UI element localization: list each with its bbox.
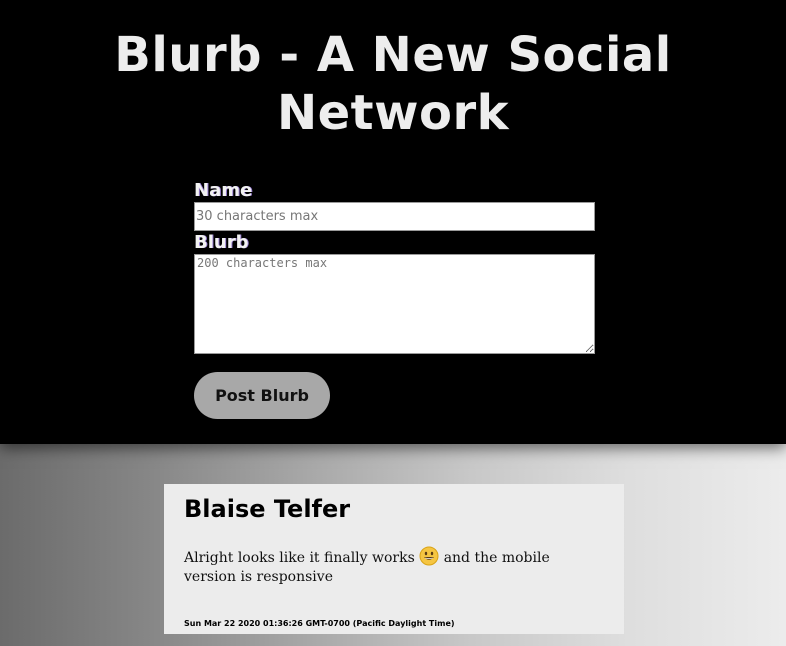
header: Blurb - A New Social Network Name Blurb … (0, 0, 786, 444)
page-title: Blurb - A New Social Network (0, 26, 786, 142)
blurb-label: Blurb (194, 232, 249, 253)
blurb-textarea[interactable] (194, 254, 595, 354)
post-text: Alright looks like it finally works and … (184, 546, 594, 587)
post-timestamp: Sun Mar 22 2020 01:36:26 GMT-0700 (Pacif… (184, 619, 455, 628)
post-text-part-1: Alright looks like it finally works (184, 550, 415, 566)
page-title-line-2: Network (276, 85, 510, 141)
blurb-card: Blaise Telfer Alright looks like it fina… (164, 484, 624, 634)
post-author: Blaise Telfer (184, 495, 351, 523)
post-form: Name Blurb Post Blurb (194, 180, 595, 419)
name-label: Name (194, 180, 253, 201)
post-blurb-button[interactable]: Post Blurb (194, 372, 330, 419)
grinning-face-icon (419, 546, 439, 566)
page-title-line-1: Blurb - A New Social (114, 27, 672, 83)
name-input[interactable] (194, 202, 595, 231)
